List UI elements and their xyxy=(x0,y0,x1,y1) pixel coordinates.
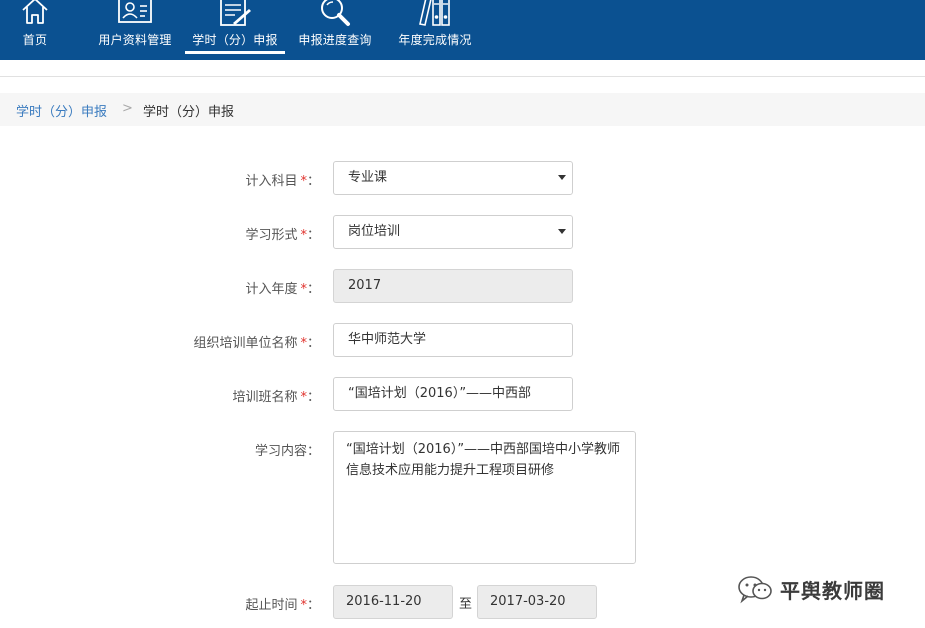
textarea-value: “国培计划（2016）”——中西部国培中小学教师信息技术应用能力提升工程项目研修 xyxy=(346,442,621,478)
nav-label: 用户资料管理 xyxy=(98,33,172,47)
search-icon xyxy=(315,0,355,32)
study-form-select[interactable]: 岗位培训 xyxy=(333,215,573,249)
label-text: 起止时间 xyxy=(245,598,298,613)
label-text: 计入科目 xyxy=(245,174,298,189)
select-value: 岗位培训 xyxy=(348,224,401,239)
breadcrumb-current: 学时（分）申报 xyxy=(143,105,235,120)
content-textarea[interactable]: “国培计划（2016）”——中西部国培中小学教师信息技术应用能力提升工程项目研修 xyxy=(333,431,636,564)
subject-label: 计入科目 *： xyxy=(245,170,320,189)
nav-label: 年度完成情况 xyxy=(398,33,472,47)
nav-label: 申报进度查询 xyxy=(298,33,372,47)
org-name-label: 组织培训单位名称 *： xyxy=(193,332,320,351)
label-colon: ： xyxy=(306,390,320,405)
label-colon: ： xyxy=(306,174,320,189)
subject-select[interactable]: 专业课 xyxy=(333,161,573,195)
header-divider xyxy=(0,76,925,77)
breadcrumb: 学时（分）申报 > 学时（分）申报 xyxy=(0,93,925,126)
nav-label: 学时（分）申报 xyxy=(192,33,278,47)
binders-icon xyxy=(415,0,455,32)
user-profile-icon xyxy=(115,0,155,30)
label-text: 学习内容 xyxy=(254,444,307,459)
nav-item-progress-query[interactable]: 申报进度查询 xyxy=(296,0,374,54)
date-value: 2016-11-20 xyxy=(346,594,422,609)
class-name-input[interactable]: “国培计划（2016）”——中西部 xyxy=(333,377,573,411)
caret-down-icon xyxy=(558,175,566,180)
input-value: “国培计划（2016）”——中西部 xyxy=(348,386,532,401)
date-value: 2017-03-20 xyxy=(490,594,566,609)
field-value: 2017 xyxy=(348,278,382,293)
label-colon: ： xyxy=(306,336,320,351)
wechat-icon xyxy=(736,574,776,608)
label-colon: ： xyxy=(306,598,320,613)
end-date-field[interactable]: 2017-03-20 xyxy=(477,585,597,619)
period-label: 起止时间 *： xyxy=(245,594,320,613)
year-label: 计入年度 *： xyxy=(245,278,320,297)
watermark: 平舆教师圈 xyxy=(736,572,906,604)
start-date-field[interactable]: 2016-11-20 xyxy=(333,585,453,619)
label-text: 计入年度 xyxy=(245,282,298,297)
label-text: 学习形式 xyxy=(245,228,298,243)
breadcrumb-separator: > xyxy=(122,101,133,116)
input-value: 华中师范大学 xyxy=(348,332,427,347)
study-form-label: 学习形式 *： xyxy=(245,224,320,243)
content-label: 学习内容： xyxy=(255,440,320,459)
top-navigation-bar: 首页 用户资料管理 学时（分）申报 申报进度查询 年度完成情况 xyxy=(0,0,925,60)
class-name-label: 培训班名称 *： xyxy=(232,386,320,405)
label-colon: ： xyxy=(306,282,320,297)
caret-down-icon xyxy=(558,229,566,234)
select-value: 专业课 xyxy=(348,170,388,185)
active-tab-indicator xyxy=(185,51,285,54)
nav-label: 首页 xyxy=(22,33,48,47)
label-colon: ： xyxy=(306,444,320,459)
nav-item-hour-declaration[interactable]: 学时（分）申报 xyxy=(185,0,285,54)
document-edit-icon xyxy=(215,0,255,32)
nav-item-annual-completion[interactable]: 年度完成情况 xyxy=(396,0,474,54)
label-colon: ： xyxy=(306,228,320,243)
label-text: 组织培训单位名称 xyxy=(193,336,298,351)
year-field: 2017 xyxy=(333,269,573,303)
date-range-separator: 至 xyxy=(459,597,473,612)
nav-item-user-profile[interactable]: 用户资料管理 xyxy=(96,0,174,54)
nav-item-home[interactable]: 首页 xyxy=(14,0,56,54)
watermark-text: 平舆教师圈 xyxy=(780,579,885,603)
breadcrumb-link[interactable]: 学时（分）申报 xyxy=(16,101,107,120)
home-icon xyxy=(20,0,50,30)
label-text: 培训班名称 xyxy=(232,390,298,405)
org-name-input[interactable]: 华中师范大学 xyxy=(333,323,573,357)
